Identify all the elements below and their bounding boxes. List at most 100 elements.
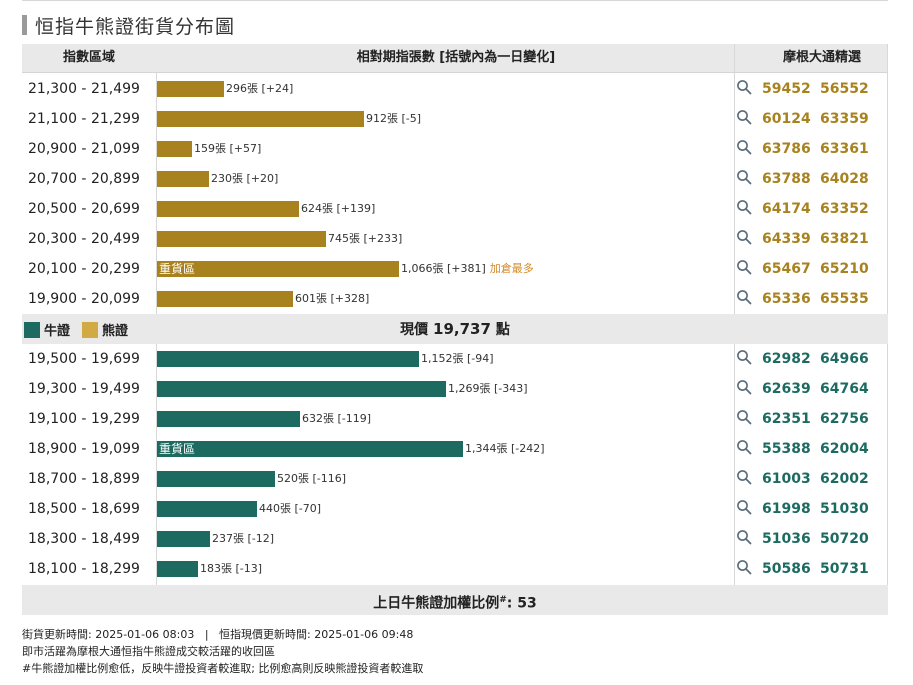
legend-bear-swatch: [82, 321, 99, 338]
bear-bar: [156, 141, 192, 157]
warrant-code-link[interactable]: 63786: [762, 134, 811, 164]
warrant-code-link[interactable]: 62002: [820, 464, 869, 494]
warrant-code-link[interactable]: 60124: [762, 104, 811, 134]
table-row: 19,900 - 20,099 601張 [+328] 65336 65535: [22, 284, 888, 314]
warrant-codes: 59452 56552: [736, 74, 888, 104]
search-icon[interactable]: [736, 439, 752, 455]
warrant-code-link[interactable]: 65467: [762, 254, 811, 284]
range-label: 21,300 - 21,499: [28, 81, 140, 97]
range-label: 20,300 - 20,499: [28, 231, 140, 247]
warrant-code-link[interactable]: 65336: [762, 284, 811, 314]
warrant-code-link[interactable]: 62982: [762, 344, 811, 374]
warrant-codes: 63788 64028: [736, 164, 888, 194]
warrant-code-link[interactable]: 64028: [820, 164, 869, 194]
warrant-code-link[interactable]: 61003: [762, 464, 811, 494]
range-label: 20,700 - 20,899: [28, 171, 140, 187]
bull-bar: [156, 351, 419, 367]
bar-value-text: 1,269張 [-343]: [448, 382, 528, 395]
header-warrants: 摩根大通精選: [782, 50, 861, 65]
warrant-code-link[interactable]: 64339: [762, 224, 811, 254]
bar-value-label: 230張 [+20]: [211, 171, 278, 187]
legend-bear-label: 熊證: [102, 324, 129, 339]
warrant-code-link[interactable]: 63352: [820, 194, 869, 224]
warrant-code-link[interactable]: 56552: [820, 74, 869, 104]
search-icon[interactable]: [736, 289, 752, 305]
warrant-code-link[interactable]: 50731: [820, 554, 869, 584]
warrant-code-link[interactable]: 61998: [762, 494, 811, 524]
search-icon[interactable]: [736, 349, 752, 365]
warrant-code-link[interactable]: 64174: [762, 194, 811, 224]
header-bars: 相對期指張數 [括號內為一日變化]: [356, 50, 556, 65]
heavy-zone-tag: 重貨區: [159, 442, 196, 456]
table-row: 20,100 - 20,299 重貨區 1,066張 [+381] 加倉最多 65467…: [22, 254, 888, 284]
warrant-code-link[interactable]: 65210: [820, 254, 869, 284]
warrant-code-link[interactable]: 62004: [820, 434, 869, 464]
search-icon[interactable]: [736, 259, 752, 275]
ratio-colon: :: [506, 595, 513, 612]
table-row: 18,500 - 18,699 440張 [-70] 61998 51030: [22, 494, 888, 524]
search-icon[interactable]: [736, 139, 752, 155]
footnotes: 街貨更新時間: 2025-01-06 08:03 | 恒指現價更新時間: 202…: [22, 626, 423, 677]
warrant-code-link[interactable]: 55388: [762, 434, 811, 464]
bear-bar: [156, 231, 326, 247]
bar-value-text: 159張 [+57]: [194, 142, 262, 155]
warrant-code-link[interactable]: 50720: [820, 524, 869, 554]
search-icon[interactable]: [736, 379, 752, 395]
search-icon[interactable]: [736, 469, 752, 485]
warrant-code-link[interactable]: 62756: [820, 404, 869, 434]
warrant-code-link[interactable]: 65535: [820, 284, 869, 314]
warrant-code-link[interactable]: 63361: [820, 134, 869, 164]
active-note: 即市活躍為摩根大通恒指牛熊證成交較活躍的收回區: [22, 645, 275, 658]
warrant-code-link[interactable]: 62351: [762, 404, 811, 434]
bar-value-text: 624張 [+139]: [301, 202, 376, 215]
table-row: 20,900 - 21,099 159張 [+57] 63786 63361: [22, 134, 888, 164]
bar-value-label: 1,344張 [-242]: [465, 441, 545, 457]
warrant-codes: 50586 50731: [736, 554, 888, 584]
search-icon[interactable]: [736, 229, 752, 245]
search-icon[interactable]: [736, 499, 752, 515]
range-label: 18,500 - 18,699: [28, 501, 140, 517]
warrant-code-link[interactable]: 63821: [820, 224, 869, 254]
warrant-code-link[interactable]: 62639: [762, 374, 811, 404]
warrant-codes: 64339 63821: [736, 224, 888, 254]
price-value: 19,737: [433, 320, 491, 338]
warrant-code-link[interactable]: 59452: [762, 74, 811, 104]
search-icon[interactable]: [736, 169, 752, 185]
legend: 牛證 熊證: [24, 320, 140, 339]
warrant-codes: 61003 62002: [736, 464, 888, 494]
range-label: 18,100 - 18,299: [28, 561, 140, 577]
warrant-codes: 65467 65210: [736, 254, 888, 284]
bar-value-label: 520張 [-116]: [277, 471, 346, 487]
range-label: 18,700 - 18,899: [28, 471, 140, 487]
bar-value-text: 632張 [-119]: [302, 412, 372, 425]
bar-value-label: 237張 [-12]: [212, 531, 274, 547]
warrant-code-link[interactable]: 64966: [820, 344, 869, 374]
bar-value-text: 237張 [-12]: [212, 532, 275, 545]
warrant-code-link[interactable]: 51030: [820, 494, 869, 524]
warrant-code-link[interactable]: 63359: [820, 104, 869, 134]
search-icon[interactable]: [736, 109, 752, 125]
bar-value-label: 440張 [-70]: [259, 501, 321, 517]
range-label: 18,900 - 19,099: [28, 441, 140, 457]
bar-value-label: 159張 [+57]: [194, 141, 261, 157]
search-icon[interactable]: [736, 529, 752, 545]
search-icon[interactable]: [736, 559, 752, 575]
range-label: 20,100 - 20,299: [28, 261, 140, 277]
bear-bar: 重貨區: [156, 261, 399, 277]
table-row: 18,900 - 19,099 重貨區 1,344張 [-242] 55388 6200…: [22, 434, 888, 464]
column-divider: [734, 44, 735, 314]
warrant-codes: 55388 62004: [736, 434, 888, 464]
warrant-code-link[interactable]: 50586: [762, 554, 811, 584]
ratio-value: 53: [517, 595, 537, 612]
warrant-code-link[interactable]: 51036: [762, 524, 811, 554]
column-divider: [887, 344, 888, 585]
search-icon[interactable]: [736, 409, 752, 425]
range-label: 19,300 - 19,499: [28, 381, 140, 397]
title-marker: [22, 15, 27, 35]
search-icon[interactable]: [736, 79, 752, 95]
warrant-code-link[interactable]: 63788: [762, 164, 811, 194]
warrant-code-link[interactable]: 64764: [820, 374, 869, 404]
legend-bull-swatch: [24, 321, 40, 338]
ratio-label: 上日牛熊證加權比例: [373, 595, 500, 612]
search-icon[interactable]: [736, 199, 752, 215]
